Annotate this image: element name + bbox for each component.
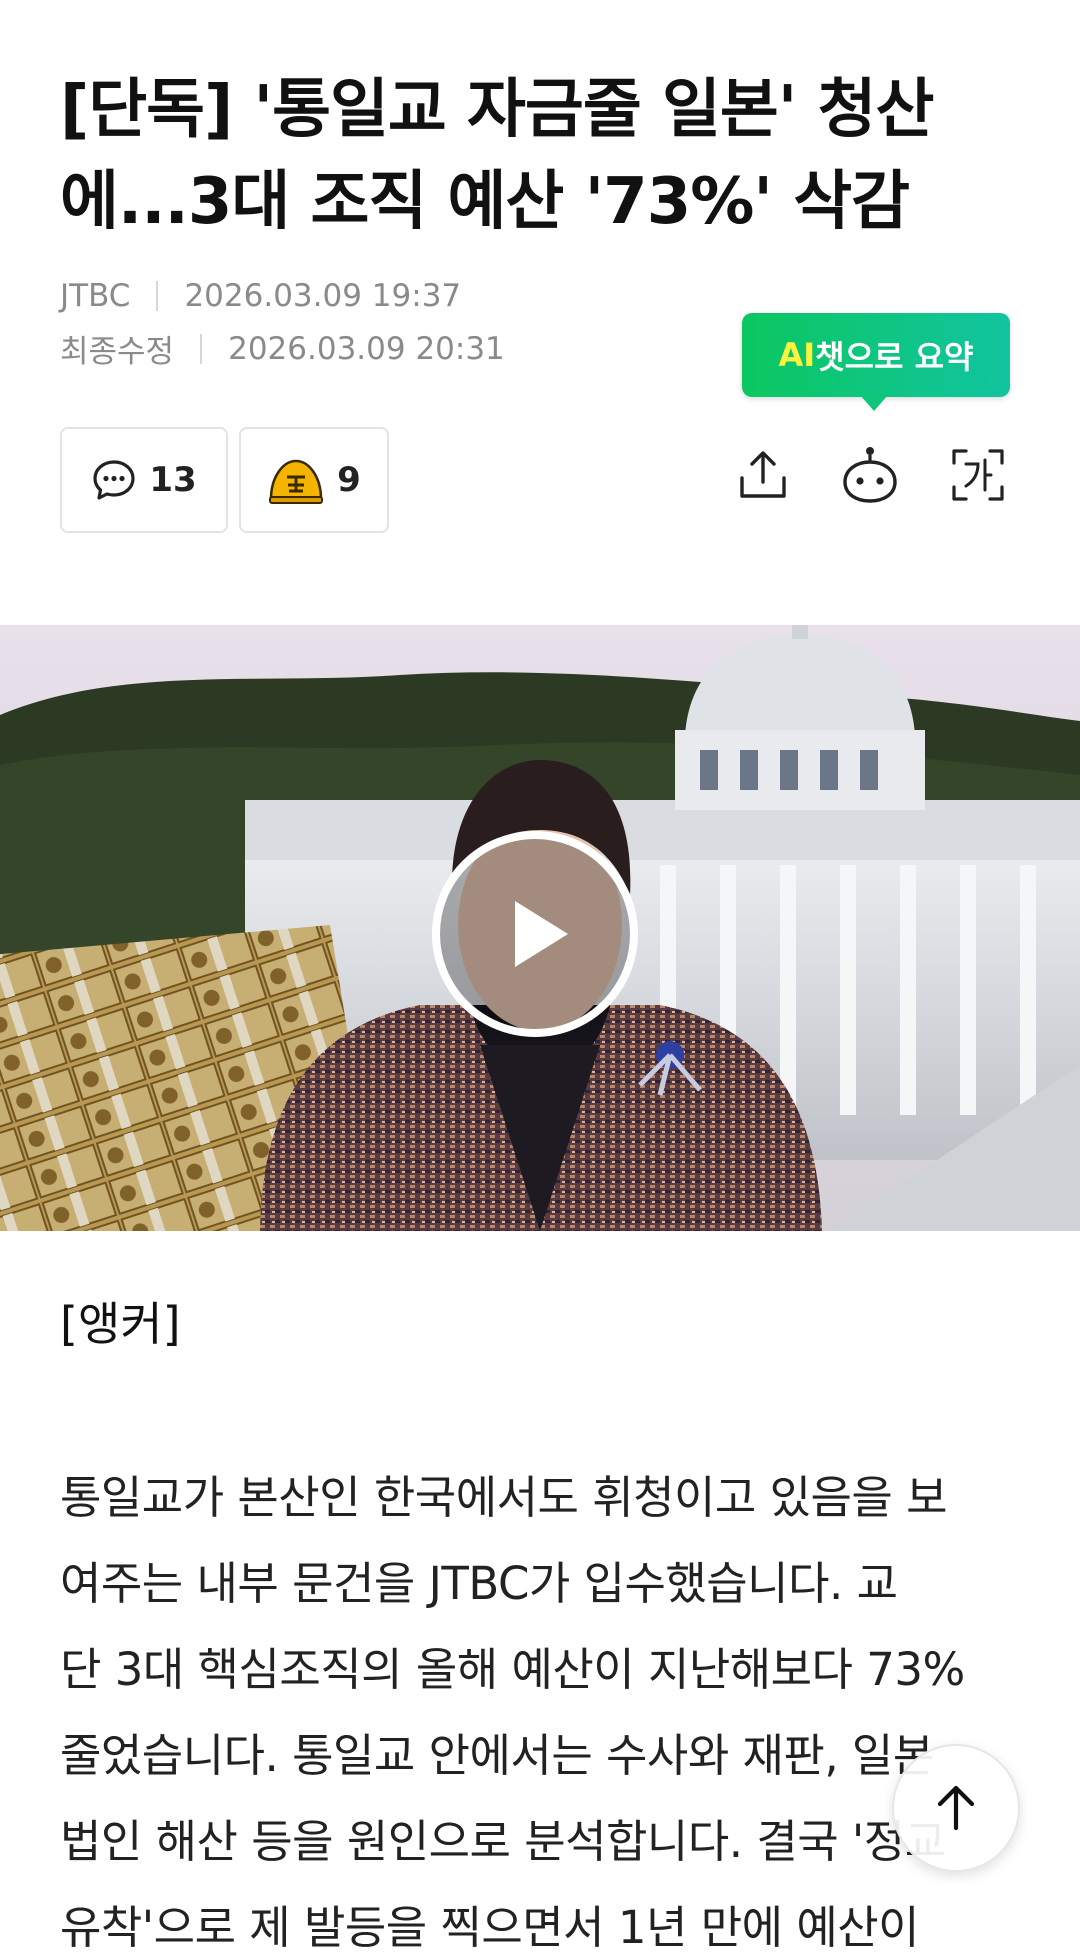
press-name[interactable]: JTBC [60,278,130,314]
ai-summary-label: 챗으로 요약 [815,338,974,376]
headline-line-2: 에...3대 조직 예산 '73%' 삭감 [60,165,910,239]
play-icon [515,901,568,967]
font-size-button[interactable] [946,440,1010,510]
reaction-emoji-icon [269,459,324,504]
ai-summary-button[interactable]: AI 챗으로 요약 [742,313,1010,411]
chatbot-button[interactable] [838,440,902,510]
body-line: 통일교가 본산인 한국에서도 휘청이고 있음을 보 [60,1471,948,1524]
modified-info: 최종수정 2026.03.09 20:31 [60,326,505,371]
article-headline: [단독] '통일교 자금줄 일본' 청산 에...3대 조직 예산 '73%' … [60,64,1020,248]
published-time: 2026.03.09 19:37 [184,278,462,314]
reaction-count: 9 [337,460,361,500]
modified-label: 최종수정 [60,334,175,370]
reaction-button[interactable]: 9 [239,427,389,533]
ai-summary-prefix: AI [778,336,816,374]
body-line: 여주는 내부 문건을 JTBC가 입수했습니다. 교 [60,1557,898,1610]
body-line: 줄었습니다. 통일교 안에서는 수사와 재판, 일본 [60,1729,934,1782]
comment-icon [93,460,135,500]
publish-info: JTBC 2026.03.09 19:37 [60,278,461,314]
modified-time: 2026.03.09 20:31 [228,330,505,367]
headline-line-1: [단독] '통일교 자금줄 일본' 청산 [60,73,934,147]
comment-count: 13 [149,460,197,500]
body-line: 단 3대 핵심조직의 올해 예산이 지난해보다 73% [60,1643,965,1696]
play-button[interactable] [432,831,638,1037]
meta-divider [156,281,159,311]
section-label: [앵커] [60,1297,181,1351]
scroll-to-top-button[interactable] [892,1744,1020,1872]
chatbot-icon [843,447,897,503]
meta-divider [200,333,203,364]
share-button[interactable] [731,440,795,510]
arrow-up-icon [937,1785,975,1831]
share-icon [740,451,786,498]
comment-button[interactable]: 13 [60,427,228,533]
body-line: 유착'으로 제 발등을 찍으면서 1년 만에 예산이 [60,1901,920,1954]
font-size-icon [952,449,1004,501]
article-body: 통일교가 본산인 한국에서도 휘청이고 있음을 보 여주는 내부 문건을 JTB… [60,1455,1040,1959]
